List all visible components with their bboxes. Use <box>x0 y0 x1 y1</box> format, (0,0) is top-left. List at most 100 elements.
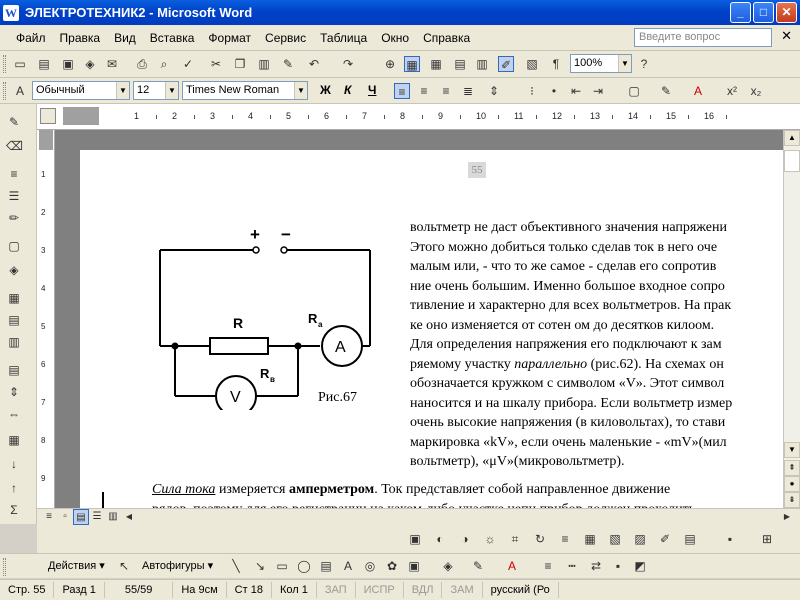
select-objects-icon[interactable]: ↖ <box>116 558 132 574</box>
picture-from-file-icon[interactable]: ▣ <box>406 558 422 574</box>
horizontal-scrollbar[interactable]: ≡ ▫ ▤ ☰ ▥ ◀ ▶ <box>37 508 800 525</box>
shading-icon[interactable]: ◈ <box>6 262 22 278</box>
line-weight-icon[interactable]: ☰ <box>6 188 22 204</box>
document-area[interactable]: 55 + − R R a R в A V Рис.67 вольтметр не… <box>55 130 783 508</box>
merge-cells-icon[interactable]: ▤ <box>6 312 22 328</box>
bold-button[interactable]: Ж <box>320 83 331 97</box>
menu-window[interactable]: Окно <box>374 31 416 45</box>
document-page[interactable]: 55 + − R R a R в A V Рис.67 вольтметр не… <box>80 150 783 508</box>
drawing-grip[interactable] <box>3 558 6 576</box>
outline-view-icon[interactable]: ☰ <box>89 509 105 525</box>
print-preview-icon[interactable]: ⌕ <box>156 56 172 72</box>
font-color-draw-icon[interactable]: A <box>504 558 520 574</box>
scroll-up-icon[interactable]: ▲ <box>784 130 800 146</box>
line-color-icon[interactable]: ✎ <box>470 558 486 574</box>
decrease-indent-icon[interactable]: ⇤ <box>568 83 584 99</box>
maximize-button[interactable]: □ <box>753 2 774 23</box>
tab-selector[interactable] <box>40 108 56 124</box>
sort-descending-icon[interactable]: ↑ <box>6 480 22 496</box>
show-hide-icon[interactable]: ¶ <box>548 56 564 72</box>
transparent-color-icon[interactable]: ✐ <box>657 531 673 547</box>
borders-icon[interactable]: ▢ <box>626 83 642 99</box>
scroll-down-icon[interactable]: ▼ <box>784 442 800 458</box>
eraser-icon[interactable]: ⌫ <box>6 138 23 154</box>
document-close-icon[interactable]: ✕ <box>781 28 792 44</box>
undo-icon[interactable]: ↶ <box>306 56 322 72</box>
hyperlink-icon[interactable]: ⊕ <box>382 56 398 72</box>
sort-ascending-icon[interactable]: ↓ <box>6 456 22 472</box>
reading-view-icon[interactable]: ▥ <box>105 509 121 525</box>
menu-tools[interactable]: Сервис <box>258 31 313 45</box>
insert-table-side-icon[interactable]: ▦ <box>6 290 22 306</box>
diagram-icon[interactable]: ◎ <box>362 558 378 574</box>
status-record[interactable]: ЗАП <box>317 582 356 598</box>
save-icon[interactable]: ▣ <box>60 56 76 72</box>
align-left-icon[interactable]: ≡ <box>394 83 410 99</box>
rectangle-tool-icon[interactable]: ▭ <box>274 558 290 574</box>
text-wrap-icon[interactable]: ▧ <box>607 531 623 547</box>
normal-view-icon[interactable]: ≡ <box>41 509 57 525</box>
word-app-icon[interactable]: W <box>3 4 19 21</box>
numbering-icon[interactable]: ⁝ <box>524 83 540 99</box>
vertical-scrollbar[interactable]: ▲ ▼ ⇞ ● ⇟ <box>783 130 800 508</box>
underline-button[interactable]: Ч <box>368 83 376 97</box>
arrow-tool-icon[interactable]: ↘ <box>252 558 268 574</box>
dash-style-icon[interactable]: ┅ <box>564 558 580 574</box>
scroll-right-icon[interactable]: ▶ <box>779 509 795 525</box>
menu-file[interactable]: Файл <box>0 31 53 45</box>
pen-icon[interactable]: ✎ <box>6 114 22 130</box>
table-autoformat-icon[interactable]: ▦ <box>6 432 22 448</box>
reset-picture-icon[interactable]: ▤ <box>682 531 698 547</box>
grid-icon[interactable]: ⊞ <box>759 531 775 547</box>
highlight-icon[interactable]: ✎ <box>658 83 674 99</box>
menu-table[interactable]: Таблица <box>313 31 374 45</box>
fill-color-icon[interactable]: ◈ <box>440 558 456 574</box>
rotate-icon[interactable]: ↻ <box>532 531 548 547</box>
menu-edit[interactable]: Правка <box>53 31 108 45</box>
subscript-icon[interactable]: x₂ <box>748 83 764 99</box>
compress-icon[interactable]: ▦ <box>582 531 598 547</box>
line-style-pic-icon[interactable]: ≡ <box>557 531 573 547</box>
format-picture-icon[interactable]: ▨ <box>632 531 648 547</box>
line-spacing-icon[interactable]: ⇕ <box>486 83 502 99</box>
clipart-icon[interactable]: ✿ <box>384 558 400 574</box>
3d-icon[interactable]: ◩ <box>632 558 648 574</box>
menu-help[interactable]: Справка <box>416 31 477 45</box>
textbox-tool-icon[interactable]: ▤ <box>318 558 334 574</box>
distribute-columns-icon[interactable]: ⇔ <box>6 406 22 422</box>
wordart-icon[interactable]: A <box>340 558 356 574</box>
insert-excel-icon[interactable]: ▤ <box>452 56 468 72</box>
drawing-icon[interactable]: ✐ <box>498 56 514 72</box>
cut-icon[interactable]: ✂ <box>208 56 224 72</box>
open-folder-icon[interactable]: ▤ <box>36 56 52 72</box>
redo-icon[interactable]: ↷ <box>340 56 356 72</box>
horizontal-ruler[interactable]: 1 2 3 4 5 6 7 8 9 10 11 12 13 14 15 16 <box>37 104 800 130</box>
menu-insert[interactable]: Вставка <box>143 31 202 45</box>
insert-picture-icon[interactable]: ▣ <box>407 531 423 547</box>
brightness-icon[interactable]: ☼ <box>482 531 498 547</box>
toolbar-grip[interactable] <box>3 55 6 73</box>
tables-borders-icon[interactable]: ▦ <box>404 56 420 72</box>
paste-icon[interactable]: ▥ <box>256 56 272 72</box>
align-center-icon[interactable]: ≡ <box>416 83 432 99</box>
superscript-icon[interactable]: x² <box>724 83 740 99</box>
arrow-style-icon[interactable]: ⇄ <box>588 558 604 574</box>
scroll-thumb[interactable] <box>784 150 800 172</box>
web-view-icon[interactable]: ▫ <box>57 509 73 525</box>
bullets-icon[interactable]: • <box>546 83 562 99</box>
help-search-input[interactable]: Введите вопрос <box>634 28 772 47</box>
font-size-select[interactable]: 12 ▼ <box>133 81 179 100</box>
email-icon[interactable]: ✉ <box>104 56 120 72</box>
more-tools-icon[interactable]: ▪ <box>722 531 738 547</box>
new-document-icon[interactable]: ▭ <box>12 56 28 72</box>
border-color-icon[interactable]: ✏ <box>6 210 22 226</box>
line-style-draw-icon[interactable]: ≡ <box>540 558 556 574</box>
status-extend[interactable]: ВДЛ <box>404 582 443 598</box>
oval-tool-icon[interactable]: ◯ <box>296 558 312 574</box>
zoom-select[interactable]: 100% ▼ <box>570 54 632 73</box>
font-color-icon[interactable]: A <box>690 83 706 99</box>
permission-icon[interactable]: ◈ <box>82 56 98 72</box>
scroll-left-icon[interactable]: ◀ <box>121 509 137 525</box>
menu-format[interactable]: Формат <box>201 31 258 45</box>
spelling-icon[interactable]: ✓ <box>180 56 196 72</box>
